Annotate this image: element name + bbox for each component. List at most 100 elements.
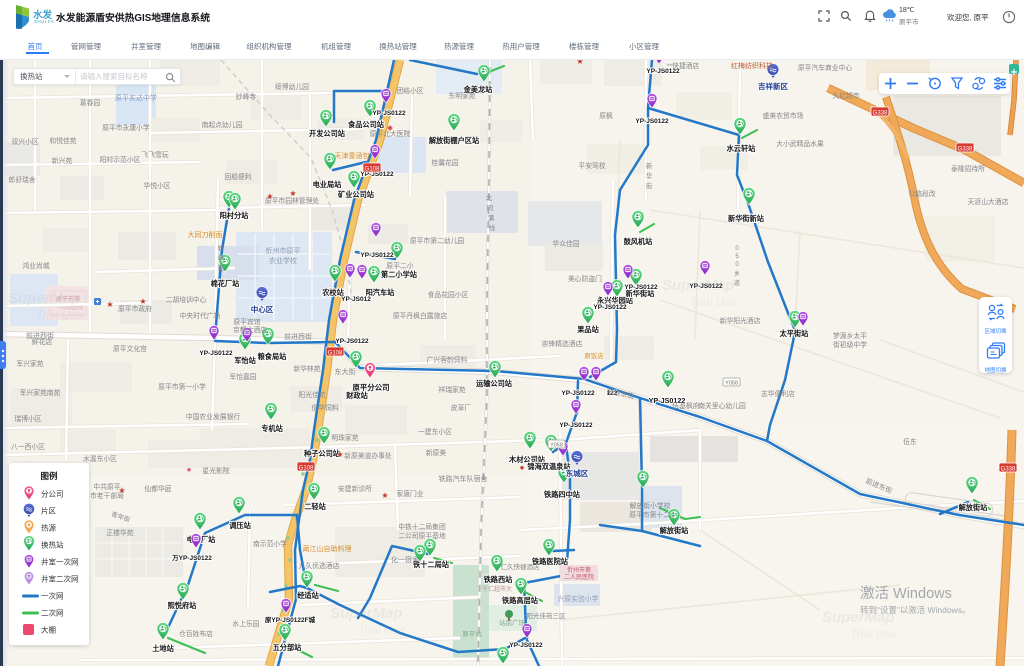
svg-text:泰隆招待所: 泰隆招待所 [951,164,985,173]
svg-text:电业局站: 电业局站 [313,180,343,189]
svg-text:新华林苑: 新华林苑 [293,364,320,373]
svg-text:新: 新 [646,161,653,170]
svg-text:原平市第十二小: 原平市第十二小 [629,510,677,519]
svg-text:原平文化宫: 原平文化宫 [113,344,147,353]
svg-text:★: ★ [106,300,113,309]
svg-text:YP-JS012: YP-JS012 [341,296,371,303]
svg-text:前进西街: 前进西街 [26,331,54,340]
svg-text:原平丹枫白露旅店: 原平丹枫白露旅店 [393,311,448,320]
svg-text:新原美: 新原美 [426,448,447,457]
svg-text:南起点幼儿园: 南起点幼儿园 [202,120,243,129]
svg-text:绥博幼儿园: 绥博幼儿园 [275,82,309,91]
svg-text:第二小学站: 第二小学站 [381,270,418,279]
svg-text:同: 同 [487,204,494,212]
svg-text:原平站: 原平站 [462,629,482,638]
svg-text:军怡站: 军怡站 [234,356,256,365]
svg-text:天涯山大酒店: 天涯山大酒店 [968,197,1009,206]
svg-text:太平街站: 太平街站 [779,329,810,338]
svg-text:YP-JS0122: YP-JS0122 [372,110,406,117]
svg-text:美心防盗门: 美心防盗门 [568,274,602,283]
svg-text:阳光佳苑: 阳光佳苑 [298,390,325,399]
svg-text:东明家苑: 东明家苑 [448,91,475,100]
svg-text:八一西小区: 八一西小区 [11,442,45,451]
svg-text:SuperMap: SuperMap [662,277,735,294]
svg-text:G108: G108 [299,466,314,472]
svg-text:原平二小: 原平二小 [386,261,413,270]
svg-text:水渥东小区: 水渥东小区 [83,454,117,463]
svg-text:G338: G338 [1001,467,1016,473]
svg-text:桂馨花园: 桂馨花园 [431,158,458,167]
svg-text:军怡嘉园: 军怡嘉园 [229,372,256,381]
svg-text:双兴小区: 双兴小区 [11,137,38,146]
svg-text:五分部站: 五分部站 [273,643,303,652]
svg-text:熙悦府站: 熙悦府站 [168,601,198,610]
svg-text:Y058: Y058 [725,381,738,387]
svg-text:新华街新站: 新华街新站 [728,214,765,223]
svg-text:南示范小学: 南示范小学 [253,539,287,548]
svg-text:Trial Use: Trial Use [850,627,897,641]
svg-text:铁路高层站: 铁路高层站 [502,596,539,605]
svg-text:华悦小区: 华悦小区 [143,181,170,190]
svg-text:大同刀削面: 大同刀削面 [188,230,223,239]
svg-text:家唐门业: 家唐门业 [396,489,423,498]
svg-text:**快捷酒店: **快捷酒店 [667,61,700,70]
svg-text:街: 街 [218,263,225,272]
svg-text:财政站: 财政站 [345,391,368,400]
svg-text:Trial Use: Trial Use [36,308,83,322]
svg-text:飞飞雪玩: 飞飞雪玩 [141,151,168,159]
svg-text:Trial Use: Trial Use [358,623,405,637]
svg-text:YP-JS0122: YP-JS0122 [593,304,627,311]
svg-text:蔺江山自助料理: 蔺江山自助料理 [303,544,352,553]
svg-text:★: ★ [139,297,146,306]
svg-text:G338: G338 [958,147,973,153]
svg-text:G338: G338 [873,111,888,117]
svg-text:中央时代广场: 中央时代广场 [180,311,221,320]
svg-text:食品公司站: 食品公司站 [347,120,385,129]
svg-text:瑞博小区: 瑞博小区 [14,414,41,423]
svg-text:忻州市第: 忻州市第 [567,566,591,574]
svg-text:明珠家苑: 明珠家苑 [331,433,358,442]
svg-text:久红超市: 久红超市 [832,91,859,100]
svg-text:皮革厂: 皮革厂 [451,403,472,412]
svg-text:SuperMap: SuperMap [8,290,81,307]
svg-text:二人民医院: 二人民医院 [564,573,594,581]
svg-text:东城区: 东城区 [566,468,589,478]
svg-text:食品花园小区: 食品花园小区 [428,290,469,299]
svg-text:天津童涵包: 天津童涵包 [335,151,370,160]
svg-text:新原美道办事处: 新原美道办事处 [344,451,392,460]
svg-text:调压站: 调压站 [229,521,251,530]
svg-text:二轻站: 二轻站 [304,502,326,511]
svg-text:原枫: 原枫 [599,111,613,120]
svg-text:郎舒瑞舍: 郎舒瑞舍 [8,175,35,184]
svg-text:北: 北 [486,194,493,202]
svg-text:和悦佳苑: 和悦佳苑 [49,136,76,145]
svg-text:原饭店: 原饭店 [584,351,604,360]
svg-text:二公司原平基地: 二公司原平基地 [398,531,446,540]
svg-text:军兴家苑南苑: 军兴家苑南苑 [20,388,61,397]
svg-text:南关里心幼儿园: 南关里心幼儿园 [698,401,746,410]
svg-text:线: 线 [489,223,496,232]
svg-text:正楼华苑: 正楼华苑 [106,528,133,537]
svg-text:街: 街 [646,181,653,190]
svg-text:兴原实验小学: 兴原实验小学 [558,594,599,603]
svg-text:盛美农贸市场: 盛美农贸市场 [763,111,804,120]
svg-text:果品站: 果品站 [576,325,599,334]
svg-text:种子公司站: 种子公司站 [303,449,341,458]
svg-text:妙: 妙 [218,243,225,252]
svg-text:YP-JS0122: YP-JS0122 [635,118,669,125]
svg-text:★: ★ [289,189,296,198]
svg-text:G108: G108 [328,351,343,357]
svg-text:中心区: 中心区 [251,304,274,314]
svg-text:SuperMap: SuperMap [330,605,403,622]
svg-text:★: ★ [381,491,388,500]
svg-text:中国农业发展银行: 中国农业发展银行 [186,412,241,421]
svg-text:吉祥新区: 吉祥新区 [758,81,788,91]
svg-text:专机站: 专机站 [261,424,283,433]
svg-text:棉花厂站: 棉花厂站 [211,279,241,288]
svg-text:鸿业尚城: 鸿业尚城 [22,261,49,270]
svg-text:YP-JS0122: YP-JS0122 [360,252,394,259]
svg-text:仓百姓布店: 仓百姓布店 [179,629,213,638]
svg-text:团结小区: 团结小区 [396,86,423,95]
svg-text:原平市永康小学: 原平市永康小学 [102,123,150,132]
svg-text:原平市第二幼儿园: 原平市第二幼儿园 [410,236,465,245]
